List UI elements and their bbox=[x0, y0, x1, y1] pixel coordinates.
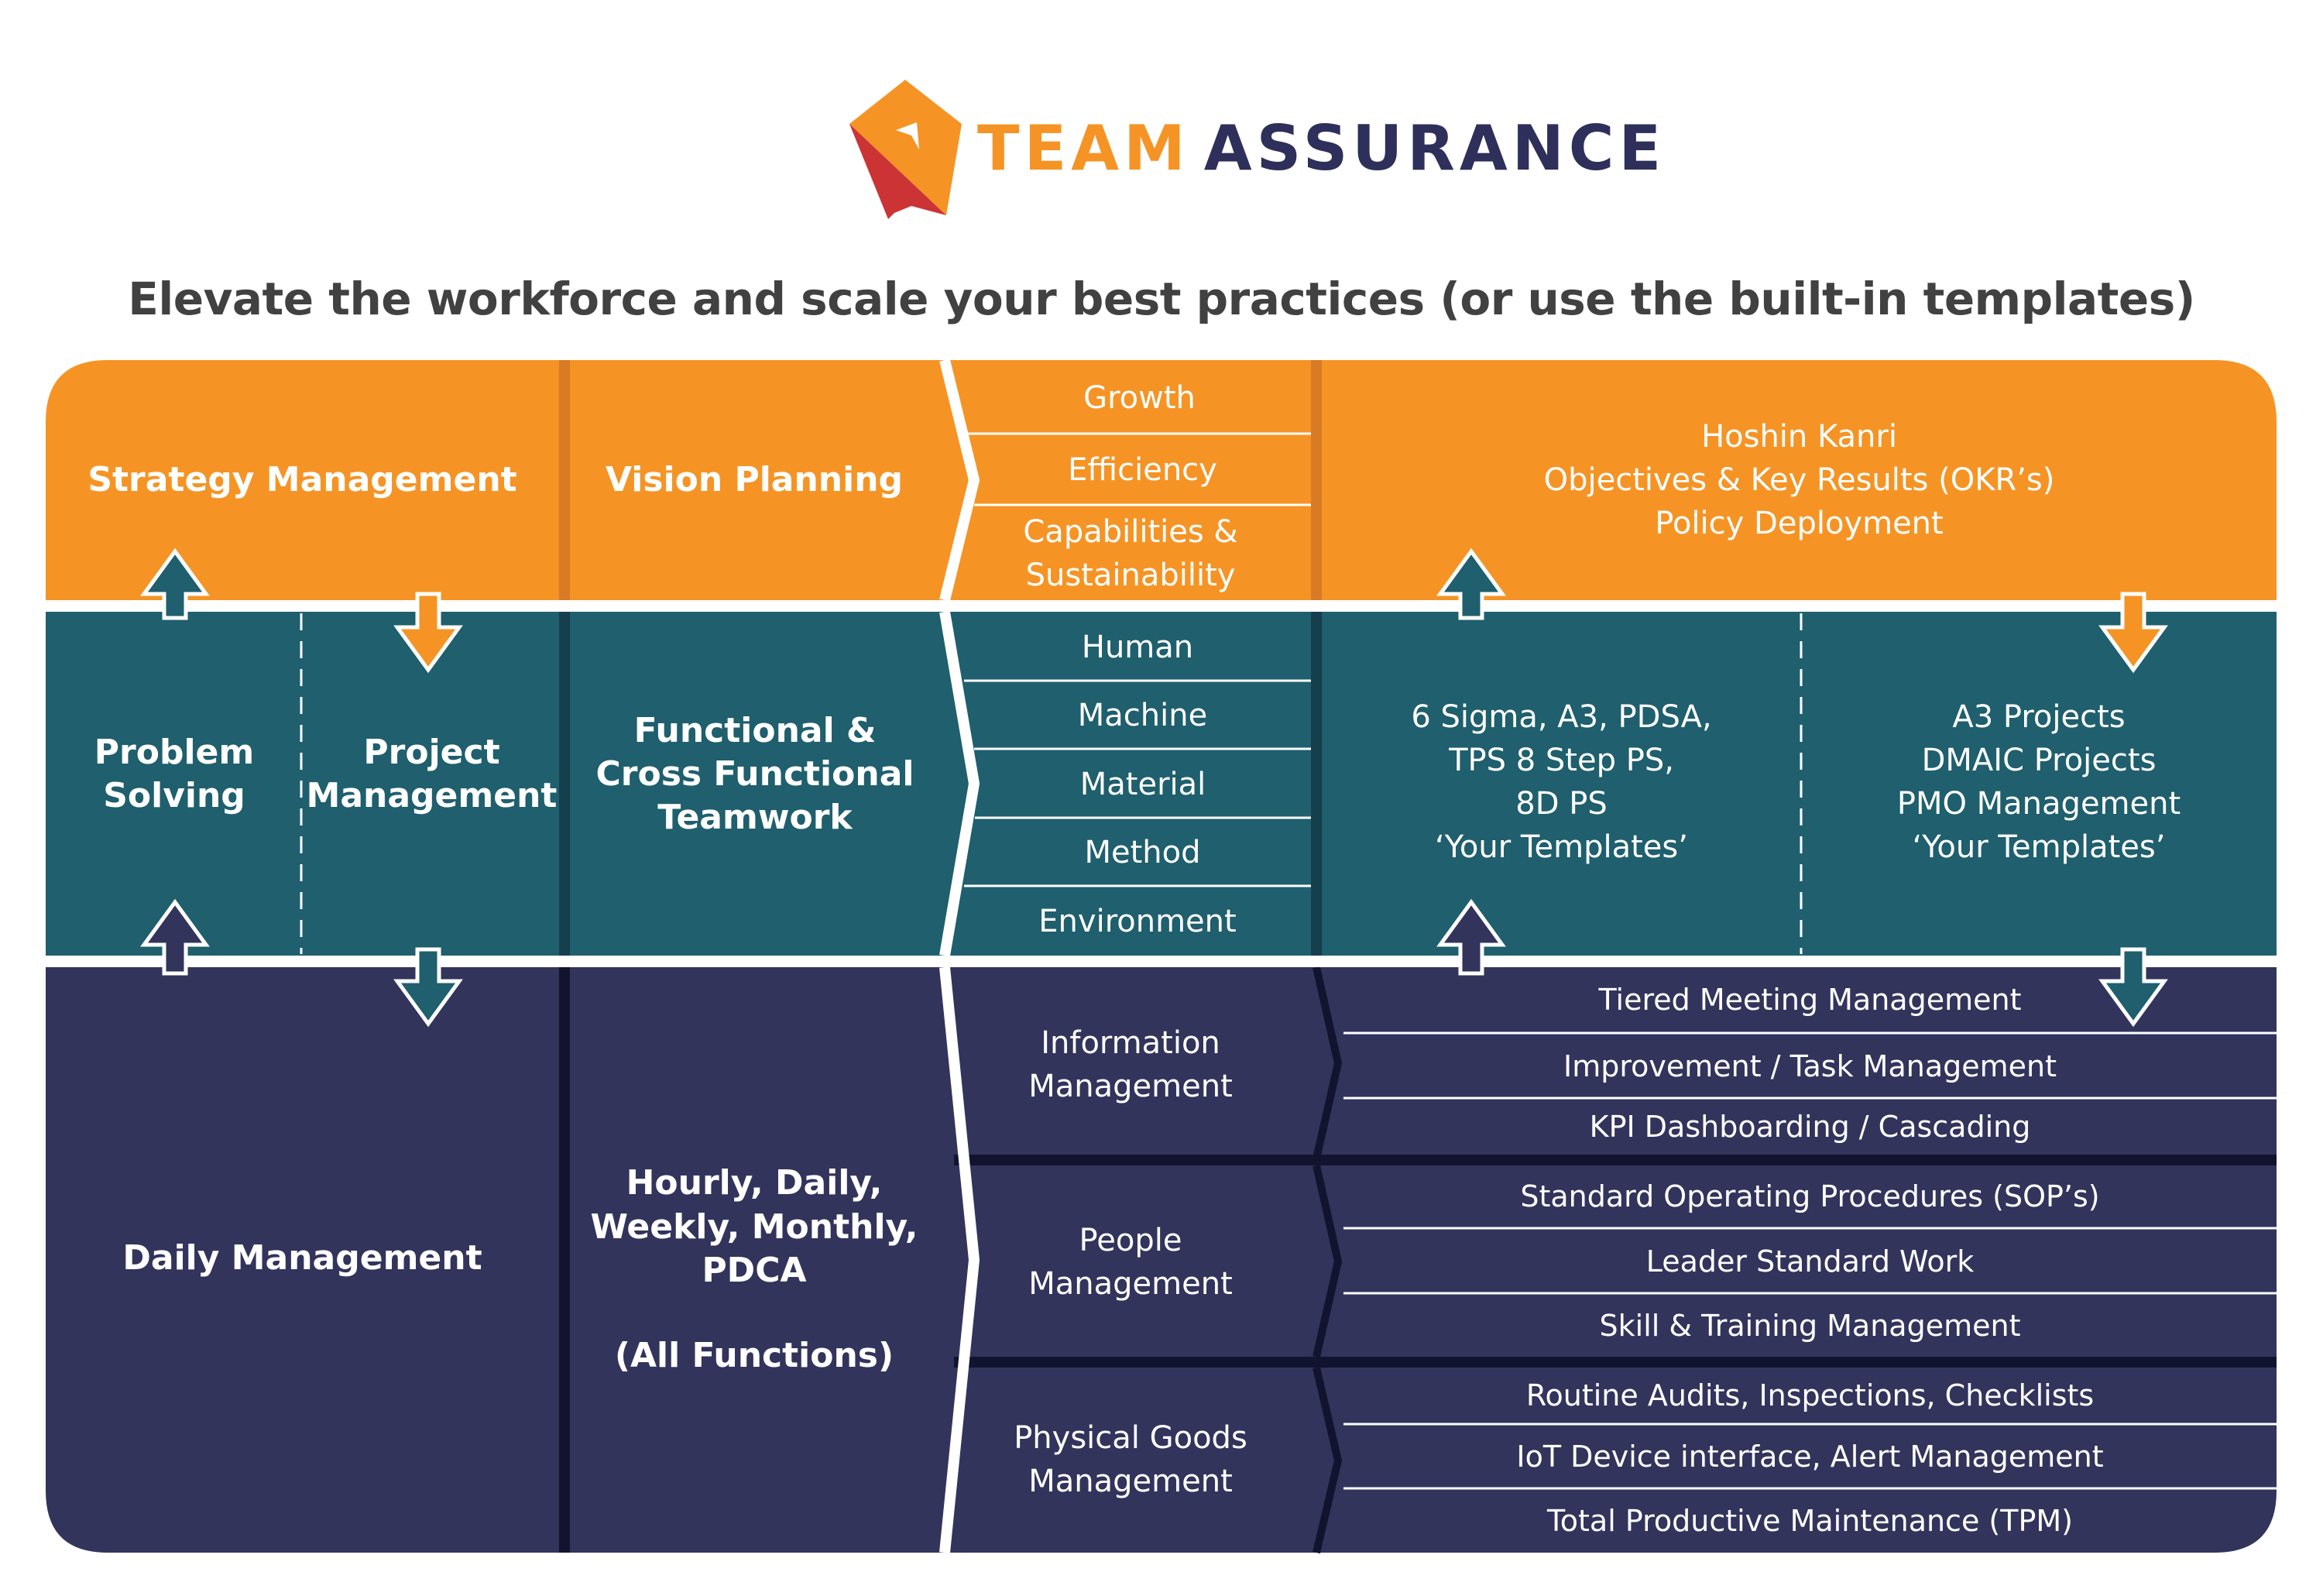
focus-item-machine: Machine bbox=[1077, 698, 1208, 733]
focus-item-capabilities: Capabilities & Sustainability bbox=[1023, 513, 1238, 593]
daily-cadence-line: Hourly, Daily, bbox=[626, 1163, 883, 1203]
daily-item: Improvement / Task Management bbox=[1563, 1049, 2057, 1083]
physical-goods-management-label: Physical Goods Management bbox=[1014, 1420, 1247, 1499]
strategy-subcolumn-divider bbox=[1311, 360, 1322, 600]
daily-management-label: Daily Management bbox=[122, 1237, 482, 1278]
problem-column-divider bbox=[559, 612, 570, 956]
people-management-label: People Management bbox=[1028, 1223, 1233, 1302]
strategy-management-label: Strategy Management bbox=[87, 459, 517, 499]
daily-group-separator bbox=[954, 1155, 2277, 1165]
daily-item: Total Productive Maintenance (TPM) bbox=[1547, 1504, 2073, 1539]
problem-method: 6 Sigma, A3, PDSA, bbox=[1411, 699, 1712, 735]
focus-item-efficiency: Efficiency bbox=[1068, 452, 1217, 488]
project-method: ‘Your Templates’ bbox=[1912, 829, 2166, 865]
problem-method: 8D PS bbox=[1515, 786, 1608, 822]
daily-column-divider bbox=[559, 967, 570, 1553]
project-method: PMO Management bbox=[1896, 786, 2181, 822]
daily-item: Tiered Meeting Management bbox=[1598, 983, 2022, 1018]
information-management-label: Information Management bbox=[1028, 1025, 1233, 1104]
project-method: DMAIC Projects bbox=[1921, 743, 2157, 778]
daily-item: IoT Device interface, Alert Management bbox=[1516, 1440, 2104, 1474]
daily-cadence-line: (All Functions) bbox=[614, 1336, 894, 1376]
daily-item: Leader Standard Work bbox=[1645, 1244, 1975, 1279]
daily-item: Skill & Training Management bbox=[1599, 1308, 2021, 1343]
daily-cadence-label: Hourly, Daily, Weekly, Monthly, PDCA (Al… bbox=[570, 1154, 938, 1386]
project-method: A3 Projects bbox=[1952, 699, 2126, 735]
problem-methods-list: 6 Sigma, A3, PDSA, TPS 8 Step PS, 8D PS … bbox=[1322, 689, 1801, 875]
daily-item: Routine Audits, Inspections, Checklists bbox=[1525, 1378, 2095, 1413]
daily-cadence-line: Weekly, Monthly, bbox=[590, 1206, 918, 1247]
focus-item-material: Material bbox=[1079, 766, 1206, 802]
focus-item-method: Method bbox=[1084, 835, 1201, 870]
focus-item-growth: Growth bbox=[1083, 380, 1196, 416]
project-methods-list: A3 Projects DMAIC Projects PMO Managemen… bbox=[1801, 689, 2277, 875]
problem-solving-label: Problem Solving bbox=[94, 732, 255, 815]
strategy-method: Policy Deployment bbox=[1655, 506, 1944, 541]
functional-teamwork-label: Functional & Cross Functional Teamwork bbox=[595, 710, 914, 838]
daily-group-separator bbox=[954, 1357, 2277, 1368]
problem-method: ‘Your Templates’ bbox=[1435, 829, 1688, 865]
daily-item: Standard Operating Procedures (SOP’s) bbox=[1520, 1179, 2100, 1214]
daily-cadence-line: PDCA bbox=[702, 1251, 807, 1290]
daily-item: KPI Dashboarding / Cascading bbox=[1589, 1110, 2031, 1145]
strategy-method: Hoshin Kanri bbox=[1701, 419, 1897, 455]
project-management-label: Project Management bbox=[306, 732, 558, 815]
focus-item-human: Human bbox=[1081, 629, 1194, 665]
strategy-column-divider bbox=[559, 360, 570, 600]
strategy-methods-list: Hoshin Kanri Objectives & Key Results (O… bbox=[1322, 410, 2277, 550]
strategy-method: Objectives & Key Results (OKR’s) bbox=[1543, 462, 2055, 498]
problem-method: TPS 8 Step PS, bbox=[1449, 743, 1674, 778]
problem-subcolumn-divider bbox=[1311, 612, 1322, 956]
focus-item-environment: Environment bbox=[1038, 904, 1237, 939]
vision-planning-label: Vision Planning bbox=[605, 459, 904, 499]
